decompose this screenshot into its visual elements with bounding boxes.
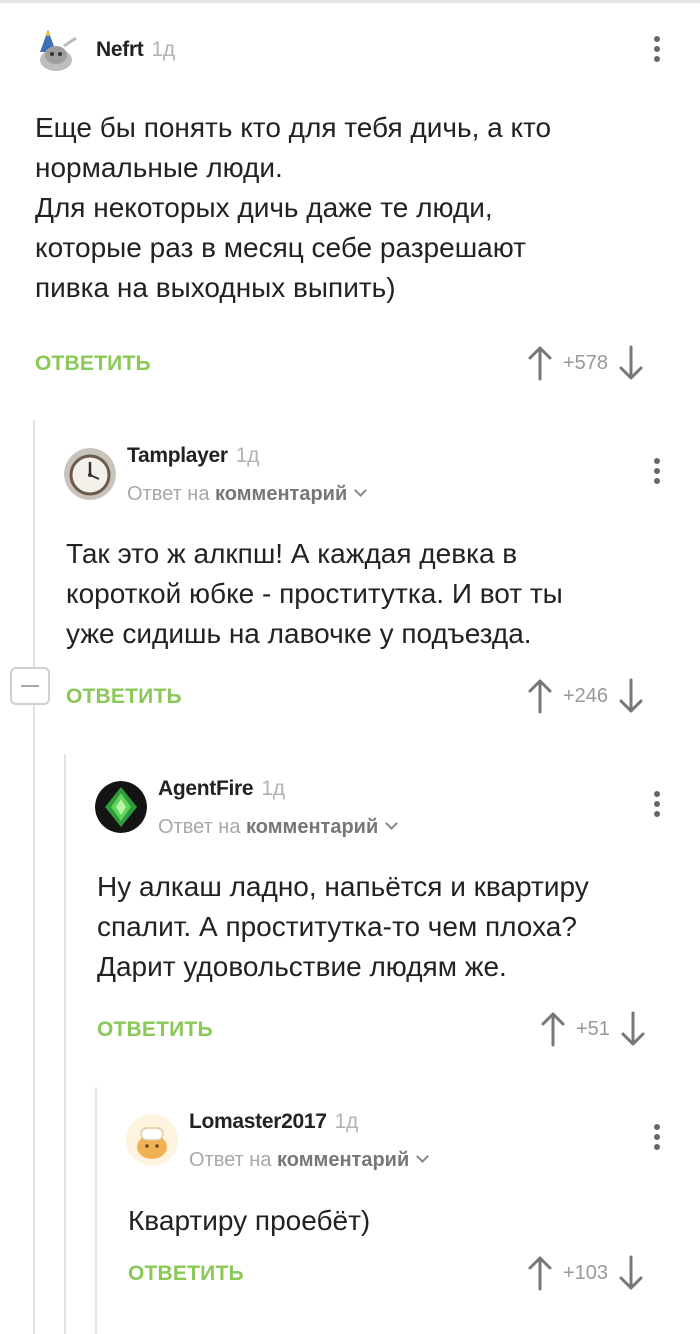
comment-text: Еще бы понять кто для тебя дичь, а кто н… [35, 112, 552, 303]
reply-to-link[interactable]: Ответ на комментарий [189, 1149, 430, 1172]
comment-age: 1д [235, 444, 260, 467]
arrow-down-icon[interactable] [618, 1255, 644, 1291]
avatar[interactable] [30, 22, 82, 74]
arrow-down-icon[interactable] [620, 1011, 646, 1047]
author-name[interactable]: Lomaster2017 1д [189, 1110, 358, 1134]
reply-button[interactable]: ОТВЕТИТЬ [128, 1262, 244, 1286]
reply-button[interactable]: ОТВЕТИТЬ [66, 685, 182, 709]
rating-score: +578 [563, 351, 609, 374]
chevron-down-icon [385, 817, 399, 830]
author-name[interactable]: Nefrt 1д [96, 38, 175, 62]
more-options-icon[interactable] [652, 36, 662, 66]
more-options-icon[interactable] [652, 458, 662, 488]
vote-block: +103 [527, 1255, 644, 1291]
arrow-up-icon[interactable] [540, 1011, 566, 1047]
chevron-down-icon [416, 1150, 430, 1163]
more-options-icon[interactable] [652, 791, 662, 821]
reply-to-link[interactable]: Ответ на комментарий [158, 816, 399, 839]
vote-block: +246 [527, 678, 644, 714]
collapse-thread-button[interactable] [10, 667, 50, 705]
arrow-up-icon[interactable] [527, 678, 553, 714]
author-name[interactable]: Tamplayer 1д [127, 444, 259, 468]
thread-line-level-2[interactable] [64, 754, 66, 1334]
rating-score: +51 [576, 1017, 610, 1040]
arrow-down-icon[interactable] [618, 345, 644, 381]
avatar[interactable] [95, 781, 147, 833]
avatar[interactable] [126, 1114, 178, 1166]
reply-to-link[interactable]: Ответ на комментарий [127, 483, 368, 506]
rating-score: +103 [563, 1261, 609, 1284]
comment-text: Квартиру проебёт) [128, 1205, 371, 1236]
comment-age: 1д [261, 777, 285, 800]
vote-block: +51 [540, 1011, 646, 1047]
top-divider [0, 0, 700, 3]
arrow-up-icon[interactable] [527, 345, 553, 381]
comment-text: Ну алкаш ладно, напьётся и квартиру спал… [97, 871, 589, 982]
avatar[interactable] [64, 448, 116, 500]
vote-block: +578 [527, 345, 644, 381]
author-name[interactable]: AgentFire 1д [158, 777, 285, 801]
thread-line-level-1[interactable] [33, 420, 35, 1334]
reply-button[interactable]: ОТВЕТИТЬ [35, 352, 151, 376]
rating-score: +246 [563, 684, 609, 707]
arrow-up-icon[interactable] [527, 1255, 553, 1291]
thread-line-level-3[interactable] [95, 1087, 97, 1334]
chevron-down-icon [354, 484, 368, 497]
comment-age: 1д [151, 38, 176, 61]
comment-age: 1д [334, 1110, 359, 1133]
arrow-down-icon[interactable] [618, 678, 644, 714]
more-options-icon[interactable] [652, 1124, 662, 1154]
reply-button[interactable]: ОТВЕТИТЬ [97, 1018, 213, 1042]
comment-text: Так это ж алкпш! А каждая девка в коротк… [66, 538, 563, 649]
